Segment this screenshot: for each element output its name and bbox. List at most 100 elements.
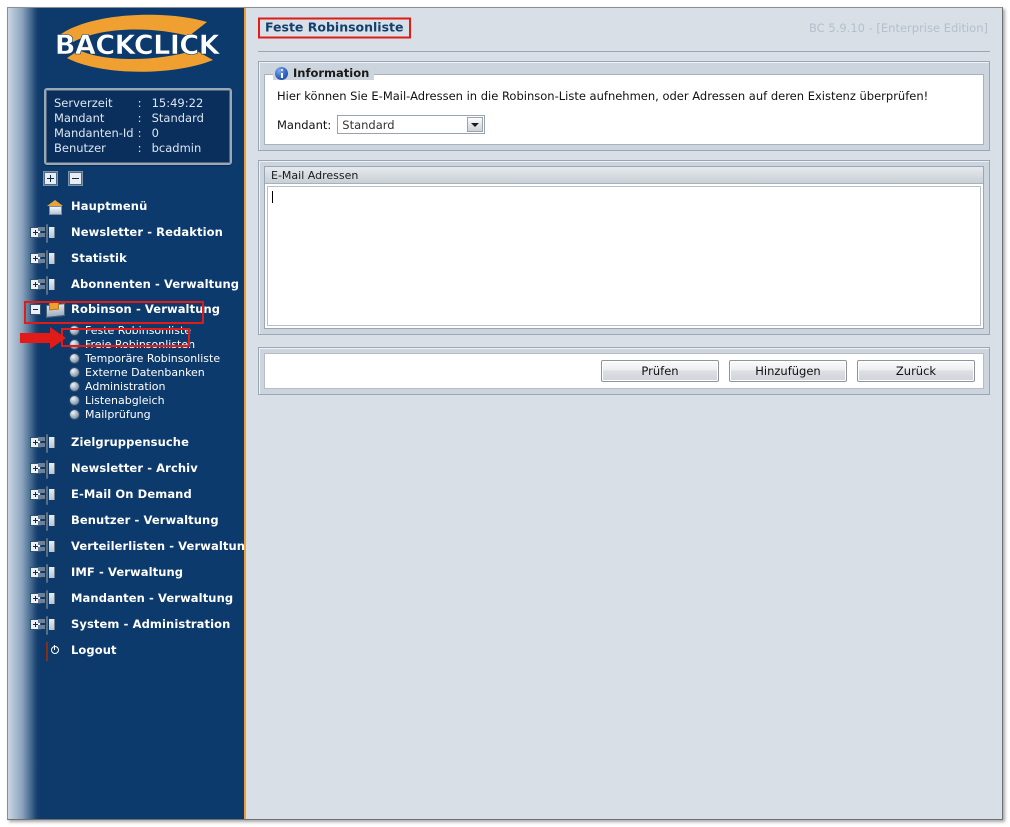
server-info-value: 0 — [151, 126, 159, 140]
server-info-colon: : — [137, 111, 142, 125]
sidebar-item-label: Newsletter - Archiv — [71, 461, 198, 475]
actions-panel: Prüfen Hinzufügen Zurück — [258, 347, 990, 395]
mandant-select[interactable]: Standard — [337, 115, 486, 134]
sidebar-item-hauptmenu[interactable]: Hauptmenü — [8, 193, 244, 219]
sidebar-subitem-externe-datenbanken[interactable]: Externe Datenbanken — [8, 365, 244, 379]
sidebar-subitem-mailprufung[interactable]: Mailprüfung — [8, 407, 244, 421]
sidebar-item-label: Logout — [71, 643, 117, 657]
addresses-header: E-Mail Adressen — [265, 167, 983, 184]
sidebar-item-imf-verwaltung[interactable]: IMF - Verwaltung — [8, 559, 244, 585]
sidebar-item-label: Zielgruppensuche — [71, 435, 189, 449]
main-header: Feste Robinsonliste BC 5.9.10 - [Enterpr… — [246, 8, 1002, 52]
pruefen-button[interactable]: Prüfen — [601, 360, 719, 382]
sidebar-item-label: Hauptmenü — [71, 199, 148, 213]
sidebar-item-robinson-verwaltung[interactable]: Robinson - Verwaltung — [8, 297, 244, 321]
sidebar-item-abonnenten-verwaltung[interactable]: Abonnenten - Verwaltung — [8, 271, 244, 297]
information-panel: Information Hier können Sie E-Mail-Adres… — [258, 61, 990, 151]
hinzufuegen-button[interactable]: Hinzufügen — [729, 360, 847, 382]
addresses-textarea[interactable] — [267, 186, 981, 326]
info-icon — [275, 66, 288, 80]
folder-icon — [46, 486, 64, 505]
sidebar-item-benutzer-verwaltung[interactable]: Benutzer - Verwaltung — [8, 507, 244, 533]
folder-icon — [46, 616, 64, 635]
server-info-value: Standard — [151, 111, 204, 125]
sidebar-item-label: E-Mail On Demand — [71, 487, 192, 501]
folder-icon — [46, 590, 64, 609]
sidebar-item-label: Statistik — [71, 251, 127, 265]
main-content: Feste Robinsonliste BC 5.9.10 - [Enterpr… — [246, 8, 1002, 819]
server-info-row: Mandant : Standard — [54, 111, 204, 126]
sidebar-nav: Hauptmenü Newsletter - Redaktion Statist… — [8, 191, 244, 663]
sidebar-item-label: Benutzer - Verwaltung — [71, 513, 219, 527]
server-info-key: Mandant — [54, 111, 105, 125]
tree-controls — [44, 172, 244, 185]
version-label: BC 5.9.10 - [Enterprise Edition] — [809, 21, 988, 35]
backclick-logo-svg: BACKCLICK — [55, 14, 222, 72]
zurueck-button[interactable]: Zurück — [857, 360, 975, 382]
sidebar-subitem-feste-robinsonliste[interactable]: Feste Robinsonliste — [8, 323, 244, 337]
robinson-submenu: Feste Robinsonliste Freie Robinsonlisten… — [8, 321, 244, 421]
sidebar-item-verteilerlisten-verwaltung[interactable]: Verteilerlisten - Verwaltung — [8, 533, 244, 559]
sidebar-item-logout[interactable]: Logout — [8, 637, 244, 663]
information-fieldset: Information Hier können Sie E-Mail-Adres… — [264, 66, 984, 145]
server-info-row: Benutzer : bcadmin — [54, 141, 204, 156]
page-title: Feste Robinsonliste — [258, 17, 411, 39]
sidebar-subitem-label: Feste Robinsonliste — [85, 323, 192, 337]
sidebar-item-label: IMF - Verwaltung — [71, 565, 184, 579]
server-info-key: Mandanten-Id — [54, 126, 134, 140]
home-icon — [46, 198, 64, 214]
bullet-icon — [70, 409, 79, 419]
application-window: BACKCLICK Serverzeit : 15:49:22 Mandant … — [7, 7, 1003, 820]
folder-icon — [46, 538, 64, 557]
expander-minus-icon[interactable] — [30, 303, 41, 315]
sidebar-subitem-label: Externe Datenbanken — [85, 365, 205, 379]
sidebar-subitem-label: Administration — [85, 379, 166, 393]
mandant-label: Mandant: — [277, 117, 332, 132]
folder-icon — [46, 460, 64, 479]
server-info-value: bcadmin — [151, 141, 202, 155]
bullet-icon — [70, 395, 79, 405]
robinson-icon — [46, 301, 64, 317]
sidebar-item-email-on-demand[interactable]: E-Mail On Demand — [8, 481, 244, 507]
sidebar-item-newsletter-redaktion[interactable]: Newsletter - Redaktion — [8, 219, 244, 245]
server-info-box: Serverzeit : 15:49:22 Mandant : Standard… — [44, 88, 232, 165]
mandant-row: Mandant: Standard — [277, 115, 971, 134]
folder-icon — [46, 224, 64, 243]
sidebar-item-statistik[interactable]: Statistik — [8, 245, 244, 271]
sidebar-item-label: Newsletter - Redaktion — [71, 225, 223, 239]
server-info-colon: : — [137, 96, 142, 110]
folder-icon — [46, 512, 64, 531]
sidebar-item-system-administration[interactable]: System - Administration — [8, 611, 244, 637]
backclick-logo: BACKCLICK — [30, 8, 244, 82]
server-info-row: Serverzeit : 15:49:22 — [54, 96, 204, 111]
sidebar-item-zielgruppensuche[interactable]: Zielgruppensuche — [8, 429, 244, 455]
sidebar-subitem-label: Mailprüfung — [85, 407, 151, 421]
information-legend-label: Information — [293, 66, 370, 80]
bullet-icon — [70, 381, 79, 391]
logout-icon — [46, 642, 64, 661]
sidebar-item-newsletter-archiv[interactable]: Newsletter - Archiv — [8, 455, 244, 481]
sidebar-subitem-label: Freie Robinsonlisten — [85, 337, 196, 351]
sidebar-subitem-listenabgleich[interactable]: Listenabgleich — [8, 393, 244, 407]
information-text: Hier können Sie E-Mail-Adressen in die R… — [277, 89, 929, 103]
sidebar-subitem-administration[interactable]: Administration — [8, 379, 244, 393]
bullet-icon — [70, 367, 79, 377]
server-info-key: Serverzeit — [54, 96, 113, 110]
text-cursor — [272, 191, 273, 203]
sidebar-item-label: Abonnenten - Verwaltung — [71, 277, 240, 291]
expand-all-button[interactable] — [44, 172, 57, 185]
server-info-colon: : — [137, 141, 142, 155]
server-info-row: Mandanten-Id : 0 — [54, 126, 204, 141]
sidebar-item-label: System - Administration — [71, 617, 231, 631]
chevron-down-icon[interactable] — [467, 117, 484, 132]
server-info-table: Serverzeit : 15:49:22 Mandant : Standard… — [54, 96, 204, 156]
folder-icon — [46, 434, 64, 453]
svg-text:BACKCLICK: BACKCLICK — [55, 30, 221, 61]
sidebar-item-mandanten-verwaltung[interactable]: Mandanten - Verwaltung — [8, 585, 244, 611]
sidebar-subitem-temporare-robinsonliste[interactable]: Temporäre Robinsonliste — [8, 351, 244, 365]
information-legend: Information — [273, 66, 375, 80]
folder-icon — [46, 276, 64, 295]
collapse-all-button[interactable] — [69, 172, 82, 185]
sidebar-item-label: Robinson - Verwaltung — [71, 302, 221, 316]
sidebar-subitem-freie-robinsonlisten[interactable]: Freie Robinsonlisten — [8, 337, 244, 351]
